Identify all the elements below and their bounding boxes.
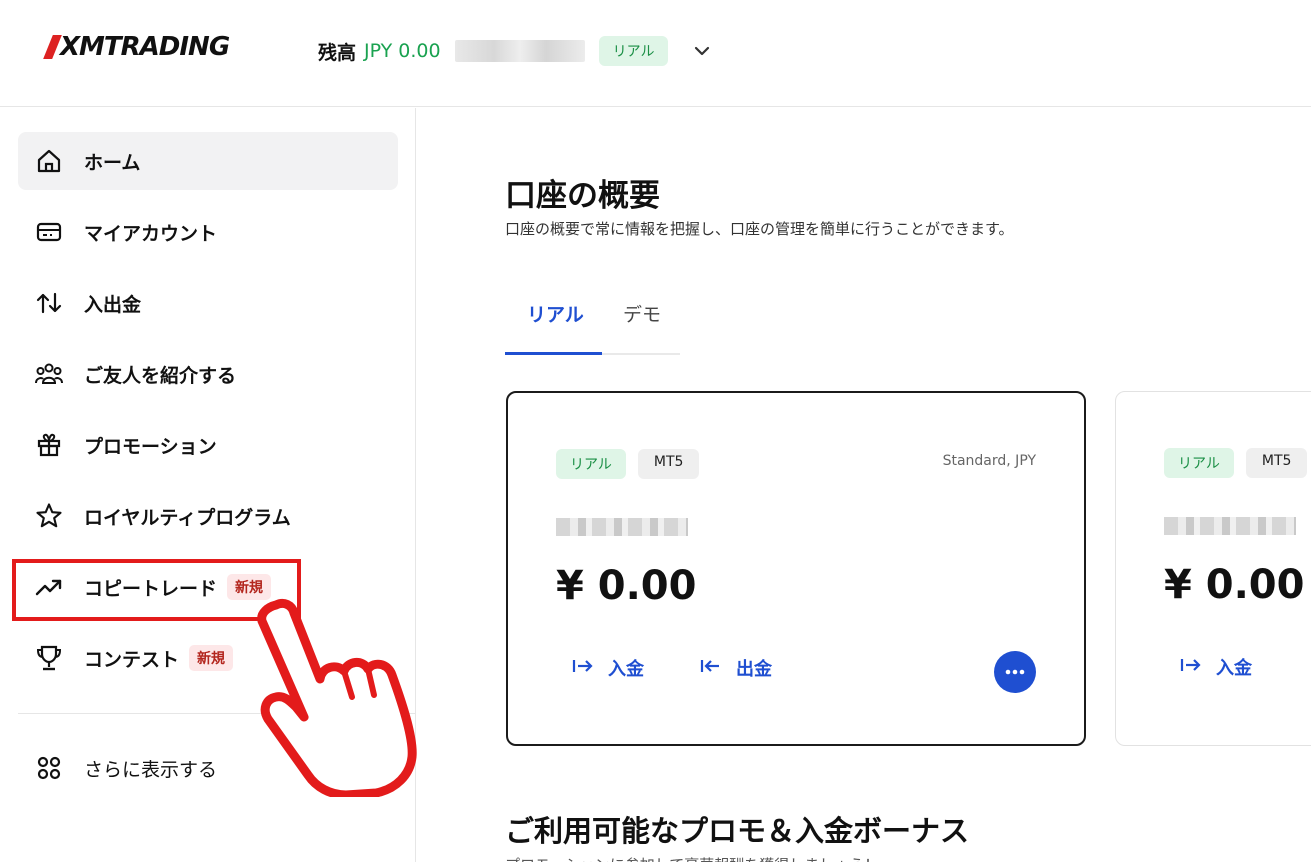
- sidebar-item-loyalty[interactable]: ロイヤルティプログラム: [18, 487, 398, 545]
- card-tags: リアル MT5: [1164, 448, 1308, 478]
- balance-label: 残高: [318, 41, 357, 64]
- active-tab-indicator: [505, 352, 602, 355]
- main-content: 口座の概要 口座の概要で常に情報を把握し、口座の管理を簡単に行うことができます。…: [417, 108, 1311, 862]
- account-type-badge: リアル: [598, 36, 669, 66]
- pointing-hand-icon: [257, 598, 417, 797]
- sidebar-item-deposit-withdraw[interactable]: 入出金: [18, 274, 398, 332]
- sidebar-item-my-account[interactable]: マイアカウント: [18, 203, 398, 261]
- sidebar-item-label: プロモーション: [84, 435, 217, 458]
- withdraw-label: 出金: [736, 659, 772, 680]
- account-balance: ¥ 0.00: [1164, 562, 1305, 608]
- sidebar-item-home[interactable]: ホーム: [18, 132, 398, 190]
- sidebar-item-label: ロイヤルティプログラム: [84, 506, 291, 529]
- page-subtitle: 口座の概要で常に情報を把握し、口座の管理を簡単に行うことができます。: [505, 220, 1014, 238]
- promo-section-subtitle: プロモーションに参加して豪華報酬を獲得しましょう！: [505, 854, 879, 862]
- deposit-arrow-icon: [1180, 657, 1202, 678]
- new-badge: 新規: [189, 645, 234, 671]
- deposit-button[interactable]: 入金: [1180, 654, 1252, 680]
- gift-icon: [34, 430, 64, 460]
- sidebar-item-label: 入出金: [84, 293, 142, 316]
- sidebar-item-label: コンテスト: [84, 648, 180, 671]
- withdraw-button[interactable]: 出金: [700, 655, 772, 681]
- trophy-icon: [34, 643, 64, 673]
- account-tabs: リアル デモ: [505, 288, 680, 355]
- balance-selector[interactable]: 残高 JPY 0.00 リアル: [318, 36, 714, 66]
- platform-badge: MT5: [1245, 448, 1308, 478]
- account-plan: Standard, JPY: [942, 453, 1036, 469]
- sidebar-item-promotions[interactable]: プロモーション: [18, 416, 398, 474]
- xm-logo[interactable]: XMTRADING: [43, 32, 230, 62]
- account-type-badge: リアル: [1164, 448, 1234, 478]
- tab-demo[interactable]: デモ: [623, 300, 661, 327]
- account-number-redacted: [454, 40, 585, 62]
- more-options-icon[interactable]: [994, 651, 1036, 693]
- home-icon: [34, 146, 64, 176]
- grid-icon: [34, 753, 64, 783]
- sidebar-item-refer-friends[interactable]: ご友人を紹介する: [18, 345, 398, 403]
- sidebar-item-label: ご友人を紹介する: [84, 364, 237, 387]
- account-type-badge: リアル: [556, 449, 626, 479]
- deposit-label: 入金: [608, 659, 644, 680]
- chevron-down-icon[interactable]: [690, 39, 714, 63]
- platform-badge: MT5: [637, 449, 700, 479]
- deposit-button[interactable]: 入金: [572, 655, 644, 681]
- account-number-redacted: [556, 518, 688, 536]
- account-balance: ¥ 0.00: [556, 563, 697, 609]
- top-bar: XMTRADING 残高 JPY 0.00 リアル: [0, 0, 1311, 107]
- card-actions: 入金: [1180, 654, 1308, 680]
- page-title: 口座の概要: [505, 178, 660, 214]
- tab-real[interactable]: リアル: [527, 300, 584, 327]
- card-tags: リアル MT5: [556, 449, 700, 479]
- transfer-icon: [34, 288, 64, 318]
- withdraw-arrow-icon: [700, 658, 722, 679]
- sidebar-item-label: マイアカウント: [84, 222, 218, 245]
- balance-value: JPY 0.00: [364, 40, 441, 62]
- account-card[interactable]: リアル MT5 Standard, JPY ¥ 0.00 入金 出金: [506, 391, 1086, 746]
- account-card[interactable]: リアル MT5 ¥ 0.00 入金: [1115, 391, 1311, 746]
- logo-text: XMTRADING: [60, 32, 230, 62]
- card-icon: [34, 217, 64, 247]
- sidebar-item-label: ホーム: [84, 151, 141, 174]
- account-number-redacted: [1164, 517, 1296, 535]
- deposit-arrow-icon: [572, 658, 594, 679]
- sidebar-item-label: さらに表示する: [84, 758, 218, 781]
- card-actions: 入金 出金: [572, 655, 828, 681]
- promo-section-title: ご利用可能なプロモ＆入金ボーナス: [505, 814, 970, 848]
- star-icon: [34, 501, 64, 531]
- people-icon: [34, 359, 64, 389]
- deposit-label: 入金: [1216, 658, 1252, 679]
